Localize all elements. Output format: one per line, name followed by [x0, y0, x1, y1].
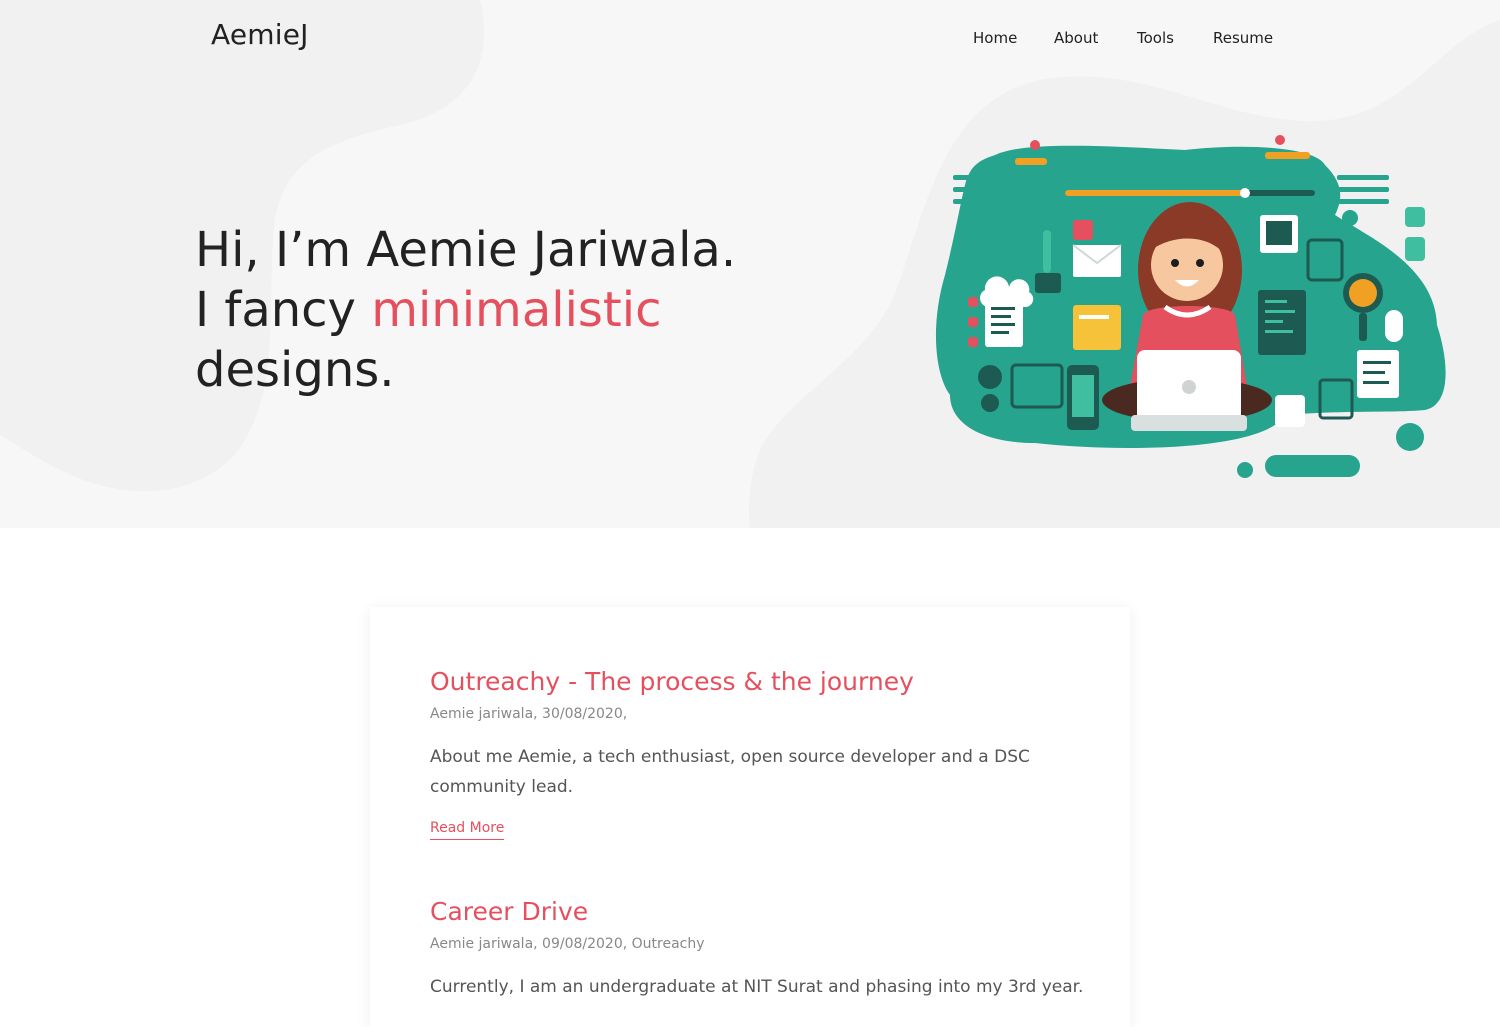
hero-headline: Hi, I’m Aemie Jariwala. I fancy minimali…: [195, 220, 736, 400]
post-item-2: Career Drive Aemie jariwala, 09/08/2020,…: [430, 897, 1090, 1002]
headline-line-2: I fancy minimalistic: [195, 280, 736, 340]
hero-section: AemieJ Home About Tools Resume Hi, I’m A…: [0, 0, 1500, 528]
post-meta: Aemie jariwala, 30/08/2020,: [430, 706, 628, 722]
nav-home[interactable]: Home: [973, 29, 1017, 47]
post-item-1: Outreachy - The process & the journey Ae…: [430, 667, 1090, 840]
blog-card: Outreachy - The process & the journey Ae…: [370, 607, 1130, 1027]
headline-accent: minimalistic: [371, 282, 662, 338]
top-nav: Home About Tools Resume: [0, 29, 1500, 49]
nav-resume[interactable]: Resume: [1213, 29, 1273, 47]
nav-tools[interactable]: Tools: [1137, 29, 1174, 47]
post-excerpt: About me Aemie, a tech enthusiast, open …: [430, 747, 1030, 797]
post-excerpt: Currently, I am an undergraduate at NIT …: [430, 977, 1084, 997]
nav-about[interactable]: About: [1054, 29, 1098, 47]
post-title[interactable]: Outreachy - The process & the journey: [430, 667, 1090, 696]
developer-illustration: [935, 135, 1446, 478]
read-more-link[interactable]: Read More: [430, 820, 505, 840]
headline-line-1: Hi, I’m Aemie Jariwala.: [195, 222, 737, 278]
headline-prefix: I fancy: [195, 282, 372, 338]
post-meta: Aemie jariwala, 09/08/2020, Outreachy: [430, 936, 705, 952]
headline-line-3: designs.: [195, 342, 395, 398]
post-title[interactable]: Career Drive: [430, 897, 1090, 926]
